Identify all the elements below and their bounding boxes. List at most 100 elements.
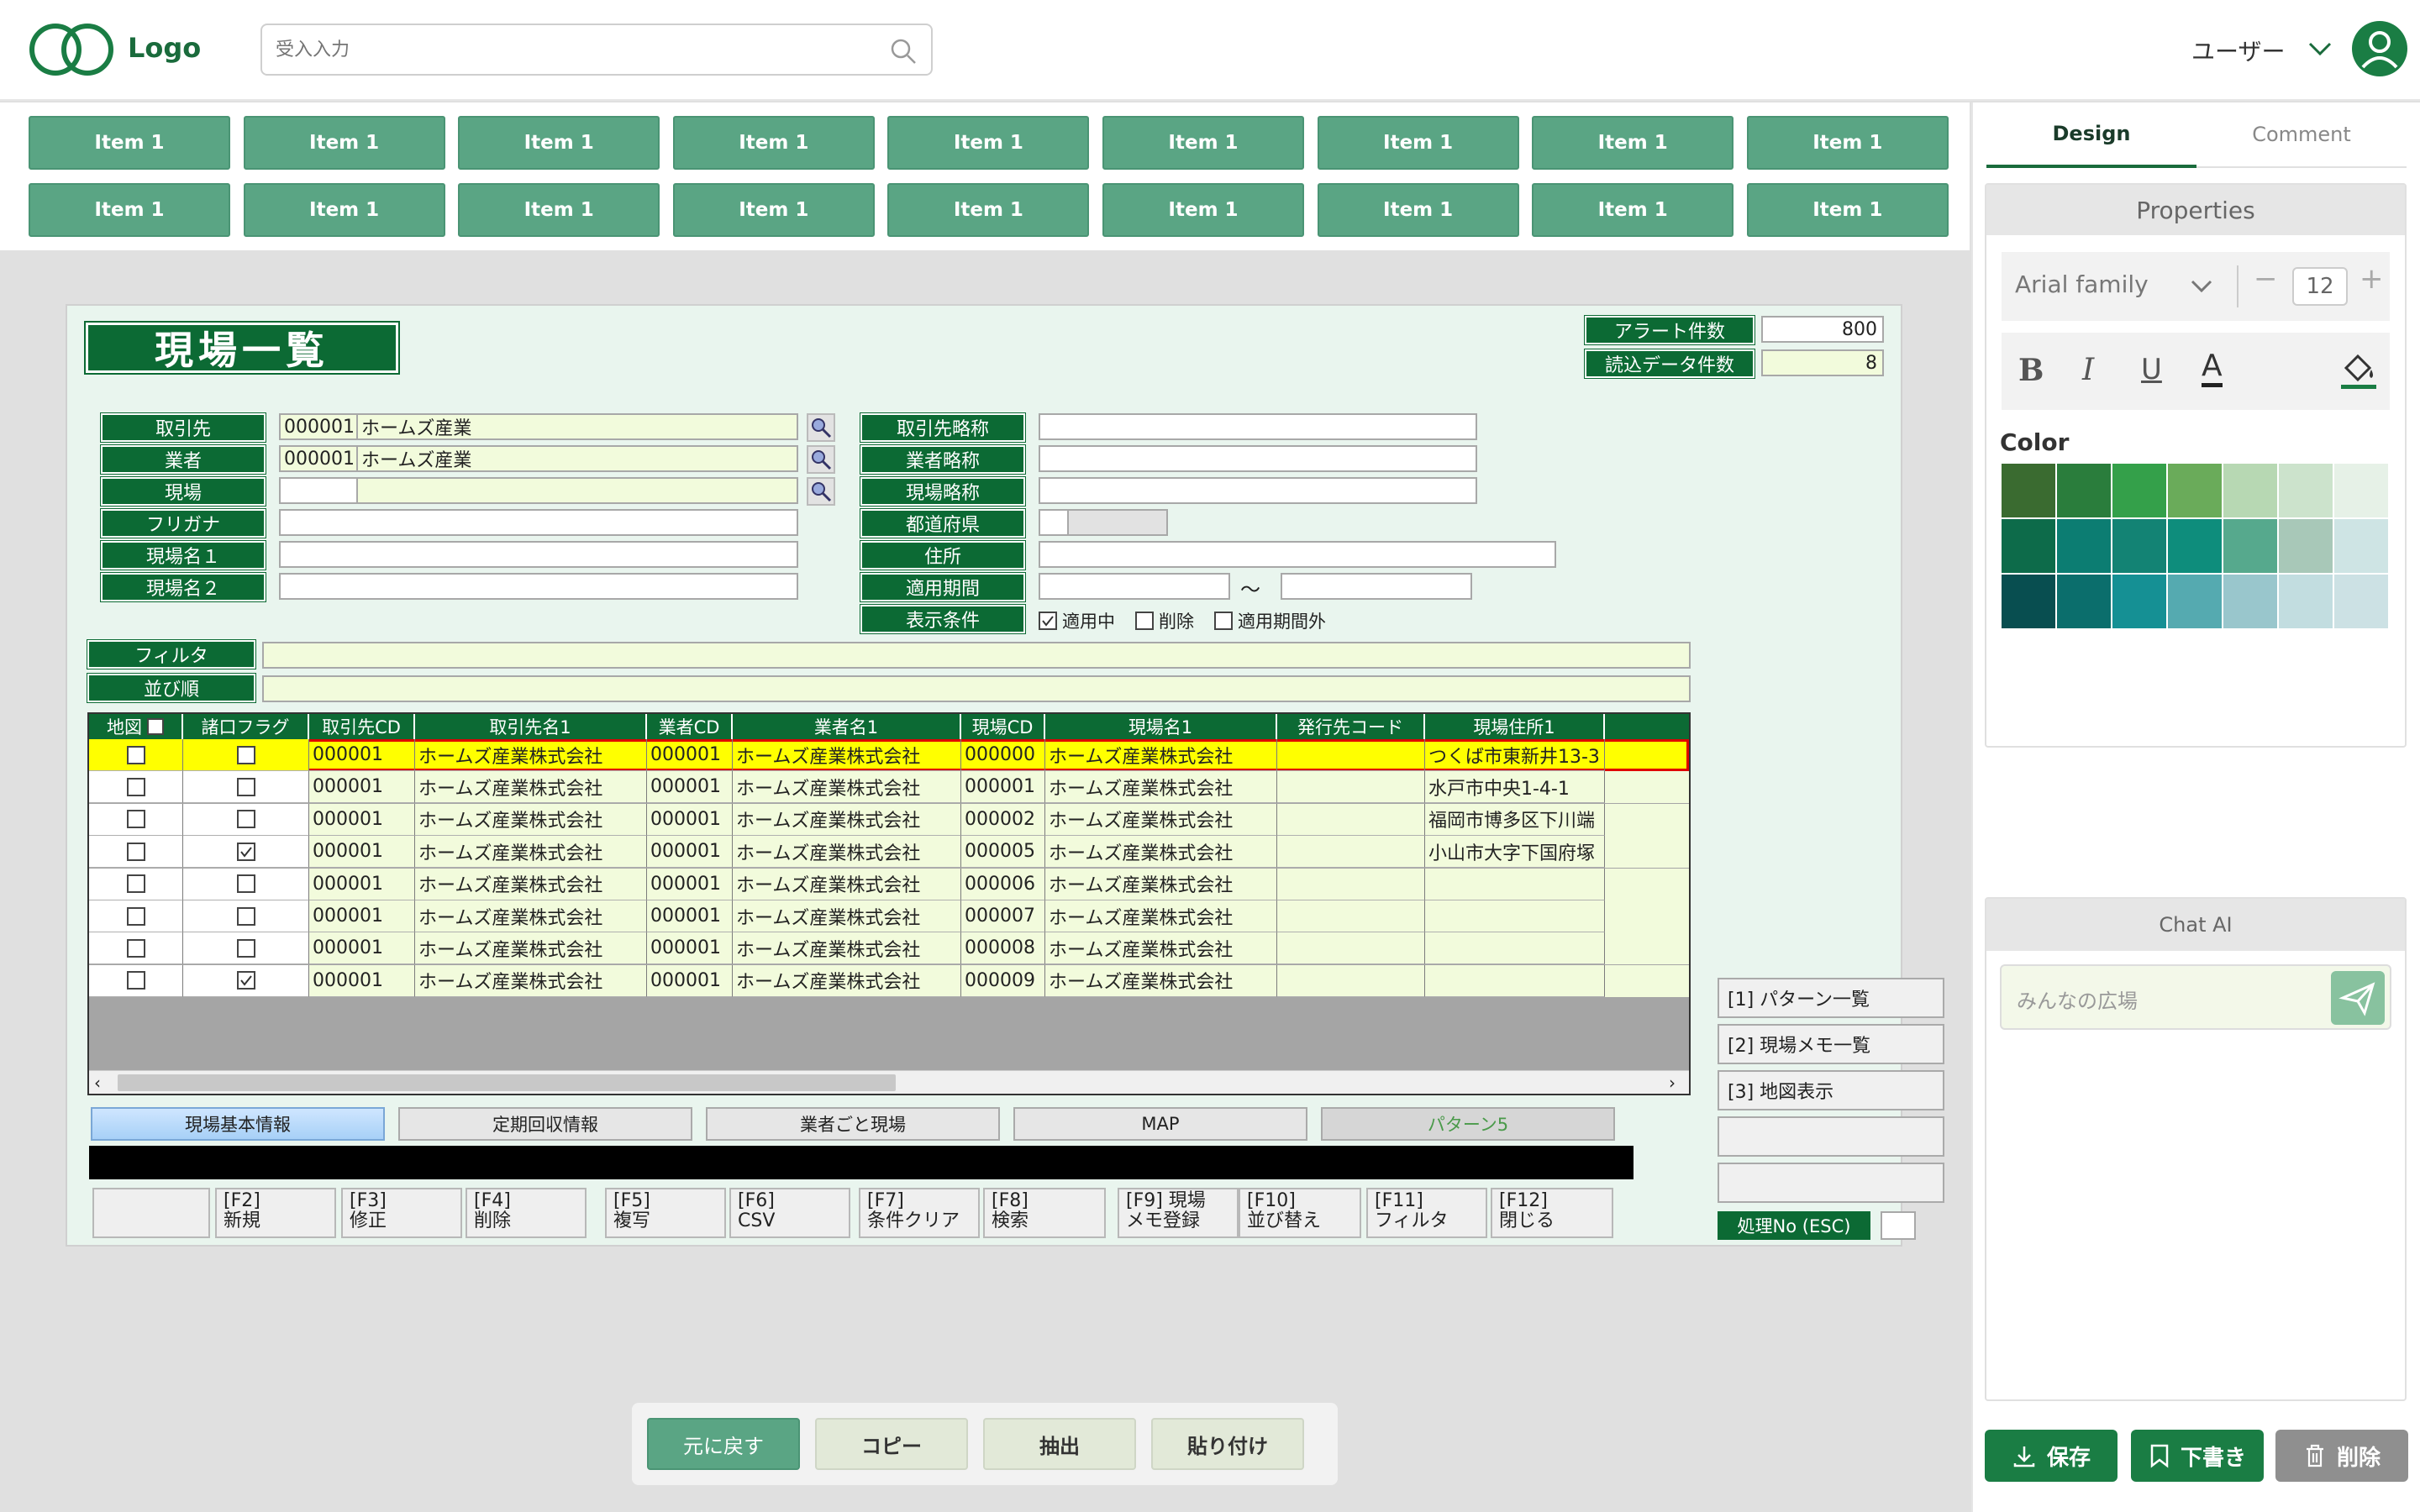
save-button[interactable]: 保存 bbox=[1985, 1430, 2118, 1482]
genba-name-field[interactable] bbox=[356, 477, 798, 504]
tab-design[interactable]: Design bbox=[1986, 102, 2196, 168]
side-function-button[interactable]: [1] パターン一覧 bbox=[1718, 978, 1944, 1018]
side-function-button[interactable]: [2] 現場メモ一覧 bbox=[1718, 1024, 1944, 1064]
map-checkbox[interactable] bbox=[126, 842, 145, 861]
side-function-button[interactable] bbox=[1718, 1163, 1944, 1203]
torihiki-code-field[interactable]: 000001 bbox=[279, 413, 358, 440]
filter-field[interactable] bbox=[262, 642, 1691, 669]
color-swatch[interactable] bbox=[2002, 464, 2055, 517]
torihiki-short-field[interactable] bbox=[1039, 413, 1477, 440]
grid-header-cell[interactable]: 取引先CD bbox=[309, 714, 415, 739]
color-swatch[interactable] bbox=[2223, 575, 2277, 628]
search-icon[interactable] bbox=[889, 37, 918, 66]
cond-active-checkbox[interactable] bbox=[1039, 612, 1057, 630]
table-row[interactable]: 000001 ホームズ産業株式会社 000001 ホームズ産業株式会社 000009 ホー… bbox=[89, 964, 1689, 997]
gyosha-search-button[interactable] bbox=[807, 445, 835, 474]
function-key-button[interactable]: [F11] フィルタ bbox=[1366, 1188, 1487, 1238]
function-key-button[interactable]: [F4] 削除 bbox=[466, 1188, 587, 1238]
color-swatch[interactable] bbox=[2057, 575, 2111, 628]
function-key-button[interactable]: [F8] 検索 bbox=[983, 1188, 1106, 1238]
toolbar-item-button[interactable]: Item 1 bbox=[887, 116, 1090, 170]
table-row[interactable]: 000001 ホームズ産業株式会社 000001 ホームズ産業株式会社 000008 ホー… bbox=[89, 932, 1689, 965]
chat-input[interactable]: みんなの広場 bbox=[2017, 984, 2138, 1014]
map-checkbox[interactable] bbox=[126, 906, 145, 926]
map-select-all-checkbox[interactable] bbox=[147, 718, 164, 735]
toolbar-item-button[interactable]: Item 1 bbox=[243, 183, 445, 237]
color-swatch[interactable] bbox=[2279, 575, 2333, 628]
process-no-field[interactable] bbox=[1881, 1211, 1916, 1240]
decrease-size-button[interactable]: − bbox=[2254, 262, 2278, 296]
table-row[interactable]: 000001 ホームズ産業株式会社 000001 ホームズ産業株式会社 000005 ホー… bbox=[89, 836, 1689, 869]
toolbar-item-button[interactable]: Item 1 bbox=[1102, 183, 1304, 237]
period-start-field[interactable] bbox=[1039, 573, 1230, 600]
search-input[interactable] bbox=[276, 32, 864, 67]
genba-name2-field[interactable] bbox=[279, 573, 798, 600]
draft-button[interactable]: 下書き bbox=[2131, 1430, 2264, 1482]
cond-out-of-period-checkbox[interactable] bbox=[1214, 612, 1233, 630]
scrollbar-thumb[interactable] bbox=[118, 1074, 896, 1091]
font-size-input[interactable]: 12 bbox=[2292, 267, 2348, 306]
toolbar-item-button[interactable]: Item 1 bbox=[1102, 116, 1304, 170]
shoguchi-flag-checkbox[interactable] bbox=[236, 810, 255, 829]
color-swatch[interactable] bbox=[2279, 464, 2333, 517]
color-swatch[interactable] bbox=[2334, 575, 2388, 628]
table-row[interactable]: 000001 ホームズ産業株式会社 000001 ホームズ産業株式会社 000002 ホー… bbox=[89, 803, 1689, 836]
color-swatch[interactable] bbox=[2002, 519, 2055, 573]
map-checkbox[interactable] bbox=[126, 777, 145, 796]
color-swatch[interactable] bbox=[2334, 519, 2388, 573]
bold-icon[interactable]: B bbox=[2018, 353, 2044, 388]
map-checkbox[interactable] bbox=[126, 874, 145, 894]
function-key-button[interactable]: [F12] 閉じる bbox=[1491, 1188, 1613, 1238]
map-checkbox[interactable] bbox=[126, 938, 145, 958]
toolbar-item-button[interactable]: Item 1 bbox=[458, 116, 660, 170]
bottom-action-button[interactable]: コピー bbox=[815, 1418, 968, 1470]
underline-icon[interactable]: U bbox=[2141, 353, 2162, 386]
grid-header-cell[interactable]: 発行先コード bbox=[1277, 714, 1425, 739]
sub-tab[interactable]: 現場基本情報 bbox=[91, 1107, 385, 1141]
color-swatch[interactable] bbox=[2112, 575, 2166, 628]
torihiki-search-button[interactable] bbox=[807, 413, 835, 442]
scroll-right-arrow[interactable]: › bbox=[1669, 1073, 1676, 1093]
side-function-button[interactable]: [3] 地図表示 bbox=[1718, 1070, 1944, 1110]
toolbar-item-button[interactable]: Item 1 bbox=[458, 183, 660, 237]
cond-deleted-checkbox[interactable] bbox=[1135, 612, 1154, 630]
toolbar-item-button[interactable]: Item 1 bbox=[243, 116, 445, 170]
grid-header-cell[interactable]: 現場CD bbox=[961, 714, 1045, 739]
grid-header-cell[interactable]: 現場住所1 bbox=[1425, 714, 1605, 739]
italic-icon[interactable]: I bbox=[2082, 353, 2094, 387]
toolbar-item-button[interactable]: Item 1 bbox=[1532, 116, 1734, 170]
color-swatch[interactable] bbox=[2057, 464, 2111, 517]
sub-tab[interactable]: MAP bbox=[1013, 1107, 1307, 1141]
scroll-left-arrow[interactable]: ‹ bbox=[94, 1073, 101, 1093]
grid-header-cell[interactable]: 業者名1 bbox=[733, 714, 961, 739]
chevron-down-icon[interactable] bbox=[2307, 39, 2333, 59]
grid-header-cell[interactable]: 諸口フラグ bbox=[183, 714, 309, 739]
color-swatch[interactable] bbox=[2112, 464, 2166, 517]
genba-code-field[interactable] bbox=[279, 477, 358, 504]
font-family-select[interactable]: Arial family bbox=[2015, 270, 2149, 298]
genba-short-field[interactable] bbox=[1039, 477, 1477, 504]
function-key-button[interactable]: [F2] 新規 bbox=[215, 1188, 336, 1238]
bottom-action-button[interactable]: 貼り付け bbox=[1151, 1418, 1304, 1470]
genba-name1-field[interactable] bbox=[279, 541, 798, 568]
color-swatch[interactable] bbox=[2168, 519, 2222, 573]
function-key-button[interactable]: [F7] 条件クリア bbox=[859, 1188, 980, 1238]
grid-header-cell[interactable]: 取引先名1 bbox=[415, 714, 647, 739]
shoguchi-flag-checkbox[interactable] bbox=[236, 842, 255, 861]
map-checkbox[interactable] bbox=[126, 745, 145, 764]
send-button[interactable] bbox=[2331, 971, 2385, 1025]
color-swatch[interactable] bbox=[2223, 519, 2277, 573]
delete-button[interactable]: 削除 bbox=[2275, 1430, 2408, 1482]
chat-input-box[interactable]: みんなの広場 bbox=[2000, 964, 2391, 1030]
toolbar-item-button[interactable]: Item 1 bbox=[672, 183, 875, 237]
avatar[interactable] bbox=[2351, 20, 2408, 77]
search-box[interactable] bbox=[260, 24, 933, 76]
function-key-button[interactable]: [F5] 複写 bbox=[605, 1188, 726, 1238]
bottom-action-button[interactable]: 抽出 bbox=[983, 1418, 1136, 1470]
shoguchi-flag-checkbox[interactable] bbox=[236, 938, 255, 958]
prefecture-code-field[interactable] bbox=[1039, 509, 1069, 536]
color-swatch[interactable] bbox=[2168, 464, 2222, 517]
address-field[interactable] bbox=[1039, 541, 1556, 568]
logo-text[interactable]: Logo bbox=[128, 32, 201, 64]
text-color-icon[interactable]: A bbox=[2202, 349, 2223, 387]
